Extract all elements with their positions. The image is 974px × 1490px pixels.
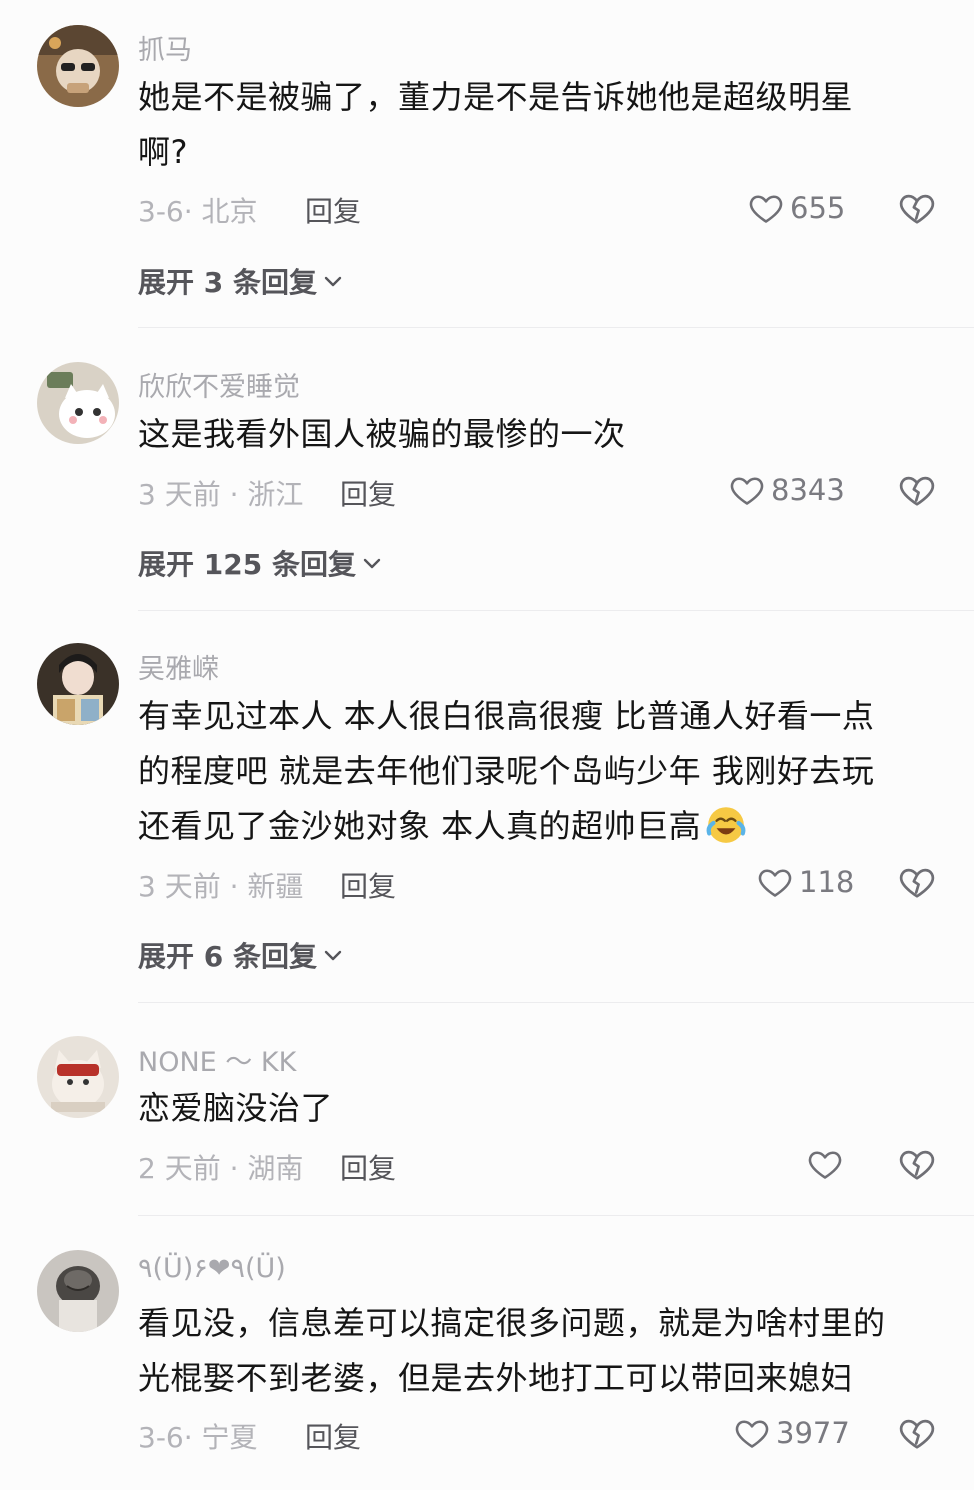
expand-replies-button[interactable]: 展开 125 条回复 bbox=[138, 543, 384, 583]
username[interactable]: 欣欣不爱睡觉 bbox=[138, 365, 300, 404]
like-count: 3977 bbox=[776, 1416, 850, 1450]
divider bbox=[138, 1215, 974, 1216]
comment-date-location: 2 天前 · 湖南 bbox=[138, 1152, 304, 1185]
username[interactable]: 吴雅嵘 bbox=[138, 647, 219, 686]
comment-line: 的程度吧 就是去年他们录呢个岛屿少年 我刚好去玩 bbox=[138, 752, 875, 790]
comment-text: 她是不是被骗了，董力是不是告诉她他是超级明星 啊? bbox=[138, 70, 938, 180]
chevron-down-icon bbox=[363, 558, 381, 569]
heart-outline-icon bbox=[735, 1420, 769, 1448]
comment-line: 有幸见过本人 本人很白很高很瘦 比普通人好看一点 bbox=[138, 697, 875, 735]
comment-text: 看见没，信息差可以搞定很多问题，就是为啥村里的 光棍娶不到老婆，但是去外地打工可… bbox=[138, 1296, 938, 1406]
broken-heart-icon bbox=[899, 1150, 935, 1180]
comment-line: 她是不是被骗了，董力是不是告诉她他是超级明星 bbox=[138, 78, 854, 116]
divider bbox=[138, 327, 974, 328]
chevron-down-icon bbox=[324, 950, 342, 961]
broken-heart-icon bbox=[899, 476, 935, 506]
username[interactable]: ٩(Ü)۶❤٩(Ü) bbox=[138, 1253, 286, 1284]
expand-replies-button[interactable]: 展开 3 条回复 bbox=[138, 261, 345, 301]
expand-replies-label: 展开 6 条回复 bbox=[138, 940, 317, 973]
divider bbox=[138, 1002, 974, 1003]
divider bbox=[138, 610, 974, 611]
crying-laughing-emoji-icon bbox=[706, 807, 746, 843]
heart-outline-icon bbox=[749, 195, 783, 223]
avatar[interactable] bbox=[37, 25, 119, 107]
dislike-button[interactable] bbox=[898, 189, 938, 229]
reply-button[interactable]: 回复 bbox=[340, 1147, 396, 1187]
dislike-button[interactable] bbox=[898, 1145, 938, 1185]
expand-replies-label: 展开 3 条回复 bbox=[138, 266, 317, 299]
comment-line: 这是我看外国人被骗的最惨的一次 bbox=[138, 415, 626, 453]
avatar[interactable] bbox=[37, 643, 119, 725]
like-button[interactable]: 3977 bbox=[734, 1413, 850, 1453]
chevron-down-icon bbox=[324, 276, 342, 287]
like-button[interactable]: 8343 bbox=[729, 470, 845, 510]
like-count: 118 bbox=[799, 865, 855, 899]
avatar[interactable] bbox=[37, 1250, 119, 1332]
like-button[interactable] bbox=[807, 1144, 849, 1184]
reply-button[interactable]: 回复 bbox=[305, 190, 361, 230]
comment-line: 看见没，信息差可以搞定很多问题，就是为啥村里的 bbox=[138, 1304, 886, 1342]
comment-line: 恋爱脑没治了 bbox=[138, 1089, 334, 1127]
broken-heart-icon bbox=[899, 1419, 935, 1449]
comment-line-text: 还看见了金沙她对象 本人真的超帅巨高 bbox=[138, 807, 702, 845]
heart-outline-icon bbox=[758, 869, 792, 897]
like-count: 655 bbox=[790, 191, 846, 225]
broken-heart-icon bbox=[899, 868, 935, 898]
like-button[interactable]: 118 bbox=[757, 862, 854, 902]
comment-date-location: 3-6· 宁夏 bbox=[138, 1421, 258, 1454]
comment-line: 光棍娶不到老婆，但是去外地打工可以带回来媳妇 bbox=[138, 1359, 854, 1397]
comment-text: 这是我看外国人被骗的最惨的一次 bbox=[138, 407, 938, 462]
dislike-button[interactable] bbox=[898, 1414, 938, 1454]
dislike-button[interactable] bbox=[898, 471, 938, 511]
avatar[interactable] bbox=[37, 1036, 119, 1118]
username[interactable]: NONE ～ KK bbox=[138, 1040, 296, 1079]
comment-text: 有幸见过本人 本人很白很高很瘦 比普通人好看一点 的程度吧 就是去年他们录呢个岛… bbox=[138, 689, 938, 854]
comment-line: 啊? bbox=[138, 133, 188, 171]
comment-text: 恋爱脑没治了 bbox=[138, 1081, 938, 1136]
comment-date-location: 3-6· 北京 bbox=[138, 195, 258, 228]
like-button[interactable]: 655 bbox=[748, 188, 845, 228]
broken-heart-icon bbox=[899, 194, 935, 224]
heart-outline-icon bbox=[808, 1151, 842, 1179]
reply-button[interactable]: 回复 bbox=[305, 1416, 361, 1456]
reply-button[interactable]: 回复 bbox=[340, 473, 396, 513]
comment-date-location: 3 天前 · 新疆 bbox=[138, 870, 304, 903]
username[interactable]: 抓马 bbox=[138, 28, 192, 67]
expand-replies-button[interactable]: 展开 6 条回复 bbox=[138, 935, 345, 975]
reply-button[interactable]: 回复 bbox=[340, 865, 396, 905]
avatar[interactable] bbox=[37, 362, 119, 444]
heart-outline-icon bbox=[730, 477, 764, 505]
comment-line: 还看见了金沙她对象 本人真的超帅巨高 bbox=[138, 799, 938, 854]
dislike-button[interactable] bbox=[898, 863, 938, 903]
expand-replies-label: 展开 125 条回复 bbox=[138, 548, 356, 581]
like-count: 8343 bbox=[771, 473, 845, 507]
comment-date-location: 3 天前 · 浙江 bbox=[138, 478, 304, 511]
